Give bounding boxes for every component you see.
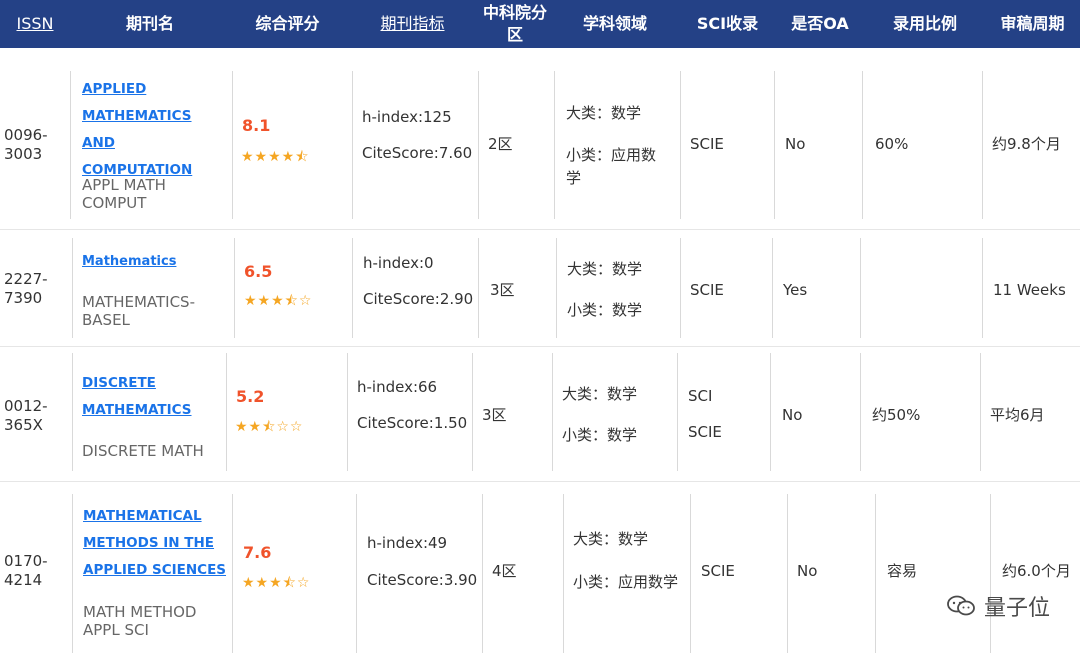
field-minor: 小类：应用数学 xyxy=(573,573,679,591)
field-minor: 小类：数学 xyxy=(567,301,643,319)
field-major: 大类：数学 xyxy=(567,260,643,278)
header-cas: 中科院分区 xyxy=(482,3,547,44)
acceptance-ratio: 60% xyxy=(875,135,909,153)
header-field: 学科领域 xyxy=(582,14,647,33)
review-period: 约9.8个月 xyxy=(992,135,1061,153)
journal-link[interactable]: Mathematics xyxy=(82,249,176,275)
field-minor: 小类：数学 xyxy=(562,426,638,444)
h-index: h-index:66 xyxy=(357,378,438,396)
journal-abbreviation: MATHEMATICS-BASEL xyxy=(82,293,195,329)
table-row: 0170-4214 MATHEMATICAL METHODS IN THE AP… xyxy=(0,482,1080,653)
header-oa: 是否OA xyxy=(791,14,849,33)
oa-status: No xyxy=(785,135,806,153)
journal-link[interactable]: DISCRETE MATHEMATICS xyxy=(82,370,222,424)
oa-status: No xyxy=(797,562,818,580)
watermark-text: 量子位 xyxy=(983,596,1050,621)
score-value: 5.2 xyxy=(236,387,265,406)
journal-abbreviation: DISCRETE MATH xyxy=(82,442,204,460)
acceptance-ratio: 约50% xyxy=(872,406,921,424)
journal-link[interactable]: MATHEMATICAL METHODS IN THE APPLIED SCIE… xyxy=(83,503,228,584)
wechat-icon xyxy=(946,594,976,618)
sci-index: SCIE xyxy=(690,281,724,299)
oa-status: Yes xyxy=(783,281,808,299)
citescore: CiteScore:1.50 xyxy=(357,414,468,432)
sci-index: SCIE xyxy=(701,562,735,580)
header-metrics[interactable]: 期刊指标 xyxy=(360,0,465,48)
h-index: h-index:0 xyxy=(363,254,434,272)
sci-index: SCI xyxy=(688,387,713,405)
issn-cell: 0012-365X xyxy=(4,397,48,434)
watermark: 量子位 xyxy=(946,590,1050,622)
rating-stars: ★★★⯪☆ xyxy=(244,293,313,309)
header-ratio: 录用比例 xyxy=(892,14,957,33)
field-major: 大类：数学 xyxy=(566,104,642,122)
header-issn[interactable]: ISSN xyxy=(0,0,70,48)
journal-abbreviation: APPL MATH COMPUT xyxy=(82,176,166,212)
citescore: CiteScore:2.90 xyxy=(363,290,474,308)
journal-abbreviation: MATH METHOD APPL SCI xyxy=(83,603,197,639)
review-period: 11 Weeks xyxy=(993,281,1066,299)
review-period: 约6.0个月 xyxy=(1002,562,1071,580)
field-major: 大类：数学 xyxy=(573,530,649,548)
cas-zone: 4区 xyxy=(492,562,517,580)
score-value: 7.6 xyxy=(243,543,272,562)
sci-index: SCIE xyxy=(690,135,724,153)
cas-zone: 3区 xyxy=(490,281,515,299)
rating-stars: ★★★⯪☆ xyxy=(242,575,311,591)
issn-cell: 2227-7390 xyxy=(4,270,48,307)
sci-index: SCIE xyxy=(688,423,722,441)
rating-stars: ★★★★⯪ xyxy=(241,149,310,165)
rating-stars: ★★⯪☆☆ xyxy=(235,419,304,435)
table-row: 0096-3003 APPLIED MATHEMATICS AND COMPUT… xyxy=(0,68,1080,230)
header-review: 审稿周期 xyxy=(1000,14,1065,33)
h-index: h-index:49 xyxy=(367,534,448,552)
header-score: 综合评分 xyxy=(255,14,320,33)
table-row: 2227-7390 Mathematics MATHEMATICS-BASEL … xyxy=(0,230,1080,347)
citescore: CiteScore:7.60 xyxy=(362,144,473,162)
header-journal-name: 期刊名 xyxy=(125,14,174,33)
cas-zone: 2区 xyxy=(488,135,513,153)
table-header: ISSN 期刊名 综合评分 期刊指标 中科院分区 学科领域 SCI收录 是否OA… xyxy=(0,0,1080,48)
issn-cell: 0096-3003 xyxy=(4,126,48,163)
score-value: 6.5 xyxy=(244,262,273,281)
cas-zone: 3区 xyxy=(482,406,507,424)
oa-status: No xyxy=(782,406,803,424)
h-index: h-index:125 xyxy=(362,108,452,126)
table-row: 0012-365X DISCRETE MATHEMATICS DISCRETE … xyxy=(0,347,1080,482)
header-sci: SCI收录 xyxy=(696,14,759,33)
score-value: 8.1 xyxy=(242,116,271,135)
issn-cell: 0170-4214 xyxy=(4,552,48,589)
acceptance-ratio: 容易 xyxy=(887,562,918,580)
citescore: CiteScore:3.90 xyxy=(367,571,478,589)
field-minor: 小类：应用数学 xyxy=(566,146,657,187)
journal-link[interactable]: APPLIED MATHEMATICS AND COMPUTATION xyxy=(82,76,227,184)
field-major: 大类：数学 xyxy=(562,385,638,403)
header-gap xyxy=(0,48,1080,68)
review-period: 平均6月 xyxy=(990,406,1045,424)
